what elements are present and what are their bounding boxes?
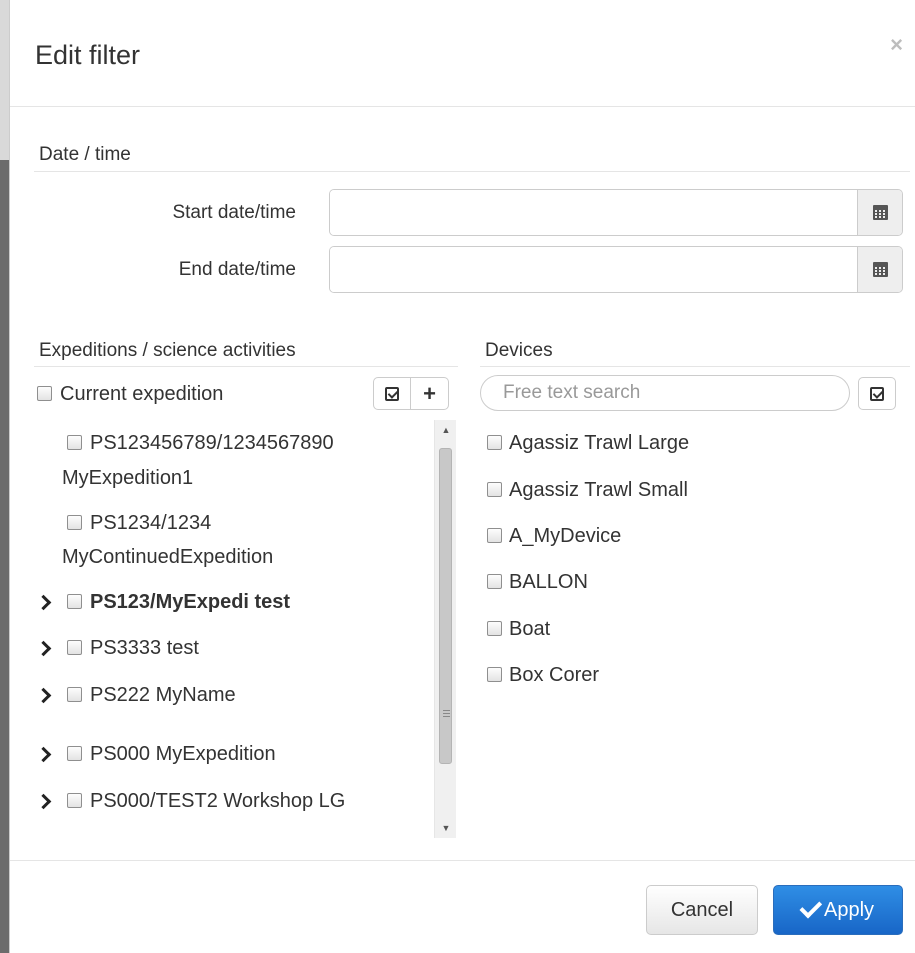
- add-expedition-button[interactable]: +: [411, 377, 449, 410]
- scroll-down-arrow-icon[interactable]: ▼: [435, 818, 457, 838]
- chevron-right-icon[interactable]: [38, 643, 49, 654]
- expedition-item-label: PS123456789/1234567890: [90, 432, 334, 454]
- end-date-label: End date/time: [178, 259, 296, 280]
- date-time-section-label: Date / time: [39, 144, 131, 165]
- edit-filter-dialog: Edit filter × Date / time Start date/tim…: [9, 0, 915, 953]
- plus-icon: +: [423, 380, 436, 406]
- expedition-list-scrollbar[interactable]: ▲ ▼: [434, 420, 456, 838]
- device-search-input[interactable]: [480, 375, 850, 411]
- device-item-label: Agassiz Trawl Small: [509, 479, 688, 501]
- expeditions-section-label: Expeditions / science activities: [39, 340, 296, 361]
- expedition-checkbox[interactable]: [67, 435, 82, 450]
- start-date-label: Start date/time: [172, 202, 296, 223]
- device-item-label: Agassiz Trawl Large: [509, 432, 690, 454]
- device-checkbox[interactable]: [487, 528, 502, 543]
- device-checkbox[interactable]: [487, 482, 502, 497]
- start-date-calendar-button[interactable]: [857, 190, 902, 235]
- device-item-label: BALLON: [509, 571, 588, 593]
- expedition-item-label: PS3333 test: [90, 637, 199, 659]
- end-date-group: [329, 246, 903, 293]
- dialog-title: Edit filter: [35, 40, 141, 70]
- device-checkbox[interactable]: [487, 667, 502, 682]
- end-date-input[interactable]: [330, 247, 857, 292]
- expedition-checkbox[interactable]: [67, 515, 82, 530]
- expedition-checkbox[interactable]: [67, 687, 82, 702]
- select-all-expeditions-button[interactable]: [373, 377, 411, 410]
- expedition-item-label: PS1234/1234: [90, 512, 212, 534]
- close-icon[interactable]: ×: [890, 32, 903, 58]
- devices-section-label: Devices: [485, 340, 553, 361]
- check-square-icon: [870, 386, 884, 401]
- expedition-item-label: PS000 MyExpedition: [90, 743, 276, 765]
- scroll-up-arrow-icon[interactable]: ▲: [435, 420, 457, 440]
- calendar-icon: [872, 262, 888, 277]
- device-item-label: Boat: [509, 618, 551, 640]
- dialog-header: Edit filter ×: [10, 0, 915, 107]
- device-checkbox[interactable]: [487, 621, 502, 636]
- cancel-button[interactable]: Cancel: [646, 885, 758, 935]
- current-expedition-label: Current expedition: [60, 383, 224, 405]
- start-date-group: [329, 189, 903, 236]
- device-checkbox[interactable]: [487, 435, 502, 450]
- current-expedition-checkbox[interactable]: [37, 386, 52, 401]
- expedition-item-sublabel: MyContinuedExpedition: [62, 546, 274, 568]
- device-item-label: Box Corer: [509, 664, 600, 686]
- scroll-thumb[interactable]: [439, 448, 452, 764]
- apply-button-label: Apply: [823, 898, 875, 921]
- expeditions-divider: [34, 366, 458, 367]
- expedition-checkbox[interactable]: [67, 746, 82, 761]
- date-time-divider: [34, 171, 910, 172]
- chevron-right-icon[interactable]: [38, 597, 49, 608]
- expedition-item-label: PS123/MyExpedi test: [90, 591, 291, 613]
- chevron-right-icon[interactable]: [38, 749, 49, 760]
- start-date-input[interactable]: [330, 190, 857, 235]
- devices-divider: [480, 366, 910, 367]
- expedition-item-sublabel: MyExpedition1: [62, 467, 194, 489]
- expedition-checkbox[interactable]: [67, 640, 82, 655]
- chevron-right-icon[interactable]: [38, 796, 49, 807]
- device-checkbox[interactable]: [487, 574, 502, 589]
- background-overlay: [0, 0, 9, 953]
- expedition-checkbox[interactable]: [67, 594, 82, 609]
- expedition-item-label: PS000/TEST2 Workshop LG: [90, 790, 346, 812]
- expedition-checkbox[interactable]: [67, 793, 82, 808]
- calendar-icon: [872, 205, 888, 220]
- end-date-calendar-button[interactable]: [857, 247, 902, 292]
- check-square-icon: [385, 386, 399, 401]
- chevron-right-icon[interactable]: [38, 690, 49, 701]
- apply-button[interactable]: Apply: [773, 885, 903, 935]
- dialog-footer: Cancel Apply: [10, 860, 915, 953]
- select-all-devices-button[interactable]: [858, 377, 896, 410]
- cancel-button-label: Cancel: [670, 898, 734, 921]
- expedition-item-label: PS222 MyName: [90, 684, 236, 706]
- device-item-label: A_MyDevice: [509, 525, 622, 547]
- check-icon: [799, 895, 823, 919]
